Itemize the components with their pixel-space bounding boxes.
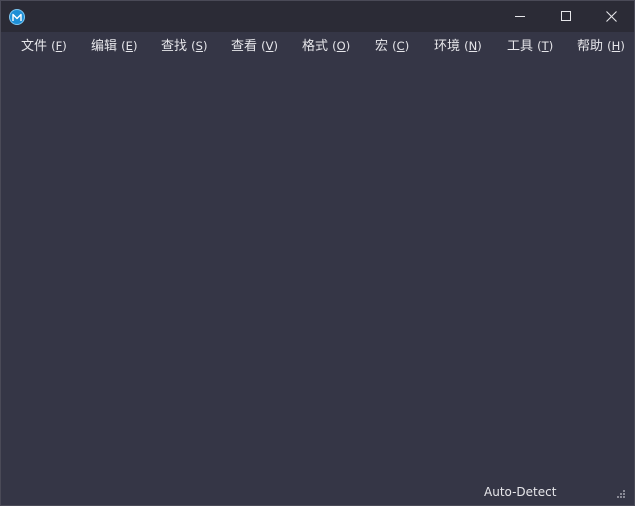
menu-file[interactable]: 文件 (F)	[21, 38, 67, 55]
close-icon	[606, 11, 617, 22]
menu-view-mnemonic: V	[265, 39, 274, 53]
menu-tools-label: 工具	[507, 39, 534, 54]
menu-edit-mnemonic: E	[125, 39, 133, 53]
close-button[interactable]	[588, 1, 634, 32]
menu-macro-mnemonic: C	[396, 39, 405, 53]
menu-environment-mnemonic: N	[468, 39, 478, 53]
menu-view-label: 查看	[231, 39, 258, 54]
menu-format-mnemonic: O	[336, 39, 346, 53]
menu-search-mnemonic: S	[195, 39, 203, 53]
encoding-status[interactable]: Auto-Detect	[484, 484, 556, 500]
maximize-button[interactable]	[543, 1, 589, 32]
editor-area[interactable]	[1, 61, 634, 479]
menu-view[interactable]: 查看 (V)	[231, 38, 278, 55]
menu-tools-mnemonic: T	[541, 39, 549, 53]
menu-file-mnemonic: F	[55, 39, 63, 53]
menu-help[interactable]: 帮助 (H)	[577, 38, 625, 55]
menu-search[interactable]: 查找 (S)	[161, 38, 207, 55]
menu-environment[interactable]: 环境 (N)	[434, 38, 482, 55]
menu-macro[interactable]: 宏 (C)	[375, 38, 409, 55]
menu-help-mnemonic: H	[611, 39, 621, 53]
menu-help-label: 帮助	[577, 39, 604, 54]
menu-edit[interactable]: 编辑 (E)	[91, 38, 137, 55]
maximize-icon	[561, 11, 571, 21]
menu-bar: 文件 (F) 编辑 (E) 查找 (S) 查看 (V) 格式 (O) 宏 (C)…	[1, 32, 634, 61]
resize-grip-icon[interactable]	[616, 489, 626, 499]
menu-format[interactable]: 格式 (O)	[302, 38, 350, 55]
title-bar[interactable]	[1, 1, 634, 32]
menu-search-label: 查找	[161, 39, 188, 54]
minimize-icon	[515, 16, 525, 17]
app-logo-icon[interactable]	[9, 9, 25, 25]
status-bar: Auto-Detect	[1, 479, 634, 505]
menu-tools[interactable]: 工具 (T)	[507, 38, 553, 55]
minimize-button[interactable]	[497, 1, 543, 32]
menu-macro-label: 宏	[375, 39, 389, 54]
editor-window: 文件 (F) 编辑 (E) 查找 (S) 查看 (V) 格式 (O) 宏 (C)…	[0, 0, 635, 506]
menu-file-label: 文件	[21, 39, 48, 54]
menu-environment-label: 环境	[434, 39, 461, 54]
menu-format-label: 格式	[302, 39, 329, 54]
menu-edit-label: 编辑	[91, 39, 118, 54]
